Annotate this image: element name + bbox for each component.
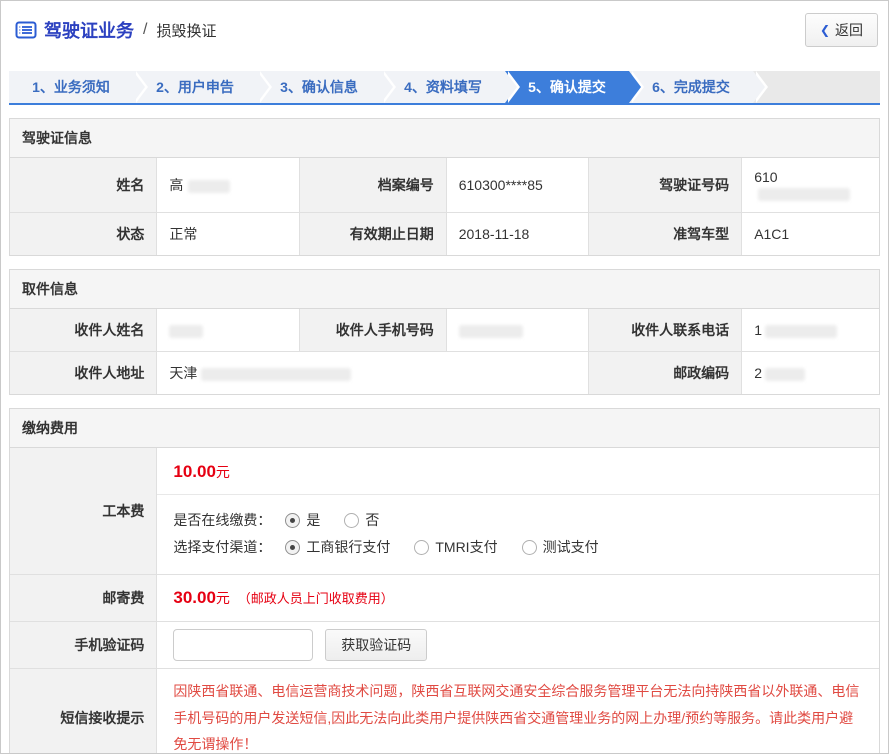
page-title: 驾驶证业务 (44, 17, 134, 43)
expiry-value: 2018-11-18 (446, 213, 589, 256)
work-fee-label: 工本费 (10, 448, 157, 575)
header: 驾驶证业务 / 损毁换证 ❮ 返回 (1, 1, 888, 59)
redacted-value (765, 325, 837, 338)
status-label: 状态 (10, 213, 157, 256)
postage-fee-label: 邮寄费 (10, 575, 157, 622)
pickup-section-title: 取件信息 (10, 270, 879, 309)
radio-channel-test-label[interactable]: 测试支付 (543, 537, 599, 557)
step-6-complete: 6、完成提交 (629, 71, 753, 103)
payment-table: 工本费 10.00元 是否在线缴费： 是 否 (10, 448, 879, 754)
table-row: 邮寄费 30.00元 （邮政人员上门收取费用） (10, 575, 879, 622)
recipient-mobile-value (446, 309, 589, 352)
expiry-label: 有效期止日期 (299, 213, 446, 256)
radio-online-no[interactable] (344, 513, 359, 528)
postage-fee-note: （邮政人员上门收取费用） (238, 591, 394, 606)
captcha-label: 手机验证码 (10, 622, 157, 669)
sms-notice-text: 因陕西省联通、电信运营商技术问题，陕西省互联网交通安全综合服务管理平台无法向持陕… (173, 683, 859, 752)
redacted-value (765, 368, 805, 381)
table-row: 短信接收提示 因陕西省联通、电信运营商技术问题，陕西省互联网交通安全综合服务管理… (10, 669, 879, 755)
recipient-phone-value: 1 (742, 309, 879, 352)
table-row: 状态 正常 有效期止日期 2018-11-18 准驾车型 A1C1 (10, 213, 879, 256)
step-2-declaration: 2、用户申告 (133, 71, 257, 103)
radio-online-no-label[interactable]: 否 (365, 510, 379, 530)
table-row: 收件人姓名 收件人手机号码 收件人联系电话 1 (10, 309, 879, 352)
radio-online-yes-label[interactable]: 是 (306, 510, 320, 530)
step-5-confirm-submit-active: 5、确认提交 (505, 71, 629, 103)
pickup-info-section: 取件信息 收件人姓名 收件人手机号码 收件人联系电话 1 收件人地址 天津 邮政… (9, 269, 880, 395)
payment-channel-caption: 选择支付渠道： (173, 537, 271, 557)
redacted-value (758, 188, 850, 201)
license-section-title: 驾驶证信息 (10, 119, 879, 158)
redacted-value (201, 368, 351, 381)
breadcrumb-separator: / (143, 21, 147, 39)
postage-fee-unit: 元 (216, 590, 230, 606)
work-fee-unit: 元 (216, 464, 230, 480)
pickup-info-table: 收件人姓名 收件人手机号码 收件人联系电话 1 收件人地址 天津 邮政编码 2 (10, 309, 879, 394)
payment-section-title: 缴纳费用 (10, 409, 879, 448)
work-fee-amount-line: 10.00元 (157, 448, 879, 495)
radio-channel-tmri[interactable] (414, 540, 429, 555)
table-row: 手机验证码 获取验证码 (10, 622, 879, 669)
get-captcha-button[interactable]: 获取验证码 (325, 629, 427, 661)
recipient-address-value: 天津 (157, 352, 589, 395)
table-row: 姓名 高 档案编号 610300****85 驾驶证号码 610 (10, 158, 879, 213)
postal-code-value: 2 (742, 352, 879, 395)
radio-channel-tmri-label[interactable]: TMRI支付 (435, 537, 497, 557)
vehicle-class-value: A1C1 (742, 213, 879, 256)
license-number-value: 610 (742, 158, 879, 213)
captcha-input[interactable] (173, 629, 313, 661)
sms-notice-label: 短信接收提示 (10, 669, 157, 755)
radio-channel-icbc[interactable] (285, 540, 300, 555)
breadcrumb: 驾驶证业务 / 损毁换证 (15, 17, 216, 43)
radio-channel-test[interactable] (522, 540, 537, 555)
payment-options: 是否在线缴费： 是 否 选择支付渠道： 工商银行支付 (157, 495, 879, 574)
recipient-address-label: 收件人地址 (10, 352, 157, 395)
postage-fee-amount: 30.00 (173, 588, 216, 607)
name-label: 姓名 (10, 158, 157, 213)
work-fee-cell: 10.00元 是否在线缴费： 是 否 选择支付渠道： (157, 448, 879, 575)
payment-channel-row: 选择支付渠道： 工商银行支付 TMRI支付 测试支付 (173, 537, 863, 557)
status-value: 正常 (157, 213, 300, 256)
back-button[interactable]: ❮ 返回 (805, 13, 878, 47)
license-info-table: 姓名 高 档案编号 610300****85 驾驶证号码 610 状态 正常 有… (10, 158, 879, 255)
recipient-phone-label: 收件人联系电话 (589, 309, 742, 352)
payment-section: 缴纳费用 工本费 10.00元 是否在线缴费： 是 (9, 408, 880, 754)
online-payment-row: 是否在线缴费： 是 否 (173, 510, 863, 530)
radio-online-yes[interactable] (285, 513, 300, 528)
chevron-left-icon: ❮ (820, 23, 830, 37)
step-wizard-filler (753, 71, 880, 103)
file-number-value: 610300****85 (446, 158, 589, 213)
recipient-name-value (157, 309, 300, 352)
radio-channel-icbc-label[interactable]: 工商银行支付 (306, 537, 390, 557)
postal-code-label: 邮政编码 (589, 352, 742, 395)
back-button-label: 返回 (835, 20, 863, 40)
license-number-label: 驾驶证号码 (589, 158, 742, 213)
vehicle-class-label: 准驾车型 (589, 213, 742, 256)
file-number-label: 档案编号 (299, 158, 446, 213)
online-payment-question: 是否在线缴费： (173, 510, 271, 530)
page-subtitle: 损毁换证 (156, 20, 216, 41)
recipient-name-label: 收件人姓名 (10, 309, 157, 352)
name-value: 高 (157, 158, 300, 213)
license-info-section: 驾驶证信息 姓名 高 档案编号 610300****85 驾驶证号码 610 状… (9, 118, 880, 256)
captcha-cell: 获取验证码 (157, 622, 879, 669)
step-1-notice: 1、业务须知 (9, 71, 133, 103)
table-row: 工本费 10.00元 是否在线缴费： 是 否 (10, 448, 879, 575)
sms-notice-cell: 因陕西省联通、电信运营商技术问题，陕西省互联网交通安全综合服务管理平台无法向持陕… (157, 669, 879, 755)
table-row: 收件人地址 天津 邮政编码 2 (10, 352, 879, 395)
main-content: 1、业务须知 2、用户申告 3、确认信息 4、资料填写 5、确认提交 6、完成提… (1, 59, 888, 754)
postage-fee-cell: 30.00元 （邮政人员上门收取费用） (157, 575, 879, 622)
redacted-value (459, 325, 523, 338)
step-3-confirm-info: 3、确认信息 (257, 71, 381, 103)
list-icon (15, 21, 37, 39)
step-4-fill-form: 4、资料填写 (381, 71, 505, 103)
redacted-value (188, 180, 230, 193)
page: 驾驶证业务 / 损毁换证 ❮ 返回 1、业务须知 2、用户申告 3、确认信息 4… (0, 0, 889, 754)
work-fee-amount: 10.00 (173, 462, 216, 481)
step-wizard: 1、业务须知 2、用户申告 3、确认信息 4、资料填写 5、确认提交 6、完成提… (9, 71, 880, 105)
recipient-mobile-label: 收件人手机号码 (299, 309, 446, 352)
redacted-value (169, 325, 203, 338)
